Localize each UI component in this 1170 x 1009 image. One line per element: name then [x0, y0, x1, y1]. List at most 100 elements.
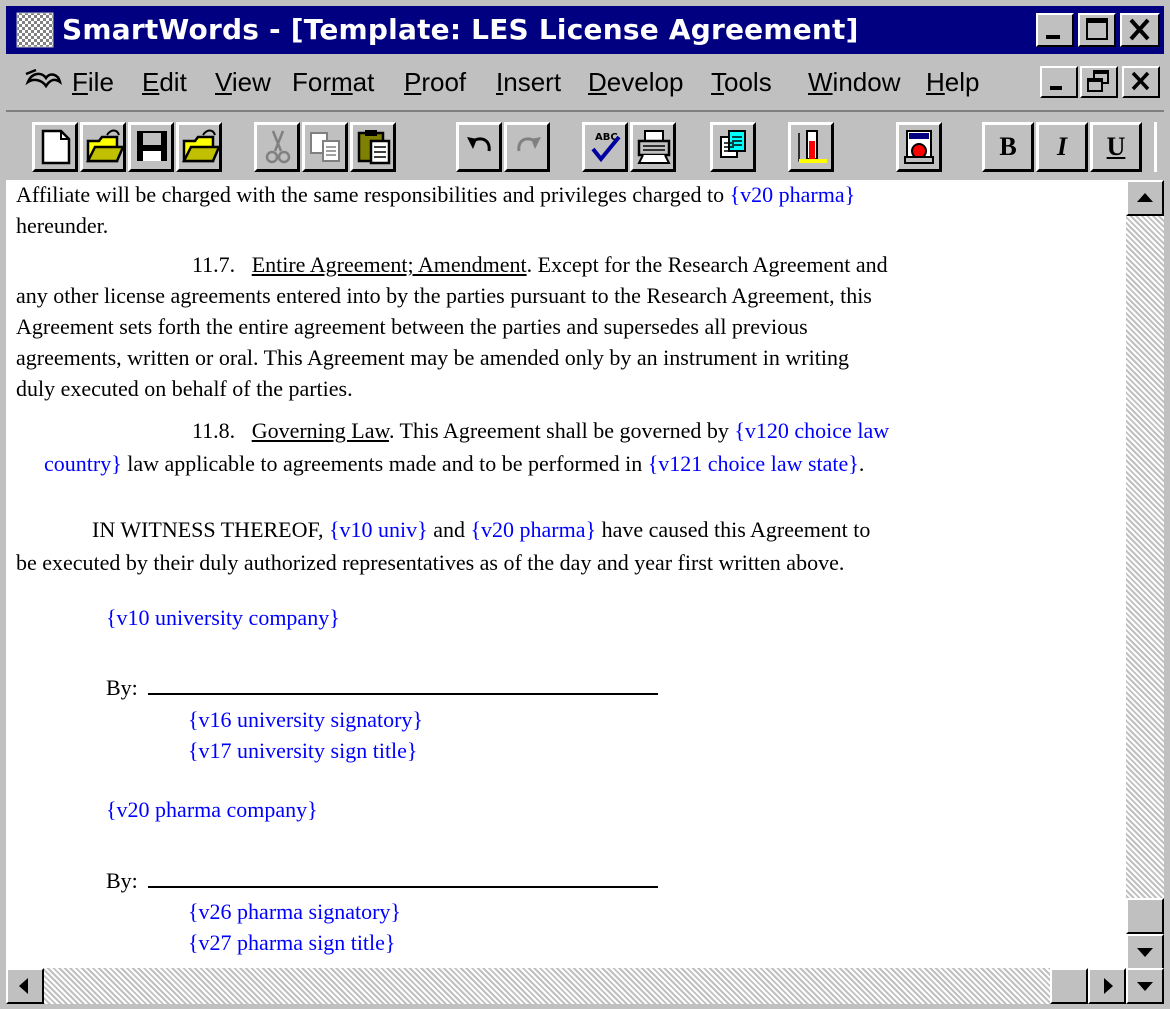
app-window: SmartWords - [Template: LES License Agre… — [0, 0, 1170, 1009]
copy-icon — [310, 132, 340, 162]
horizontal-scroll-thumb[interactable] — [1050, 968, 1088, 1004]
template-variable[interactable]: {v120 choice law — [734, 418, 889, 443]
pharma-company-variable[interactable]: {v20 pharma company} — [106, 795, 318, 825]
menu-help[interactable]: Help — [926, 65, 979, 99]
arrow-right-icon — [1104, 978, 1113, 994]
doc-line: duly executed on behalf of the parties. — [16, 376, 353, 401]
undo-button[interactable] — [456, 122, 502, 172]
pharma-title-variable[interactable]: {v27 pharma sign title} — [188, 928, 395, 958]
undo-icon — [467, 137, 491, 152]
maximize-icon — [1086, 18, 1108, 40]
italic-button[interactable]: I — [1036, 122, 1088, 172]
arrow-down-icon — [1137, 948, 1153, 957]
document-fields-button[interactable] — [710, 122, 756, 172]
menu-format[interactable]: Format — [292, 65, 374, 99]
doc-line: Affiliate will be charged with the same … — [16, 182, 856, 207]
template-variable[interactable]: {v10 univ} — [329, 517, 428, 542]
scroll-up-button[interactable] — [1126, 180, 1164, 216]
doc-line: any other license agreements entered int… — [16, 283, 872, 308]
doc-line: Agreement sets forth the entire agreemen… — [16, 314, 808, 339]
assemble-document-icon — [904, 130, 934, 164]
maximize-button[interactable] — [1078, 13, 1116, 47]
copy-button[interactable] — [302, 122, 348, 172]
pharma-signatory-variable[interactable]: {v26 pharma signatory} — [188, 897, 401, 927]
save-button[interactable] — [128, 122, 174, 172]
menu-bar: File Edit View Format Proof Insert Devel… — [6, 56, 1164, 108]
university-company-variable[interactable]: {v10 university company} — [106, 603, 340, 633]
menu-insert[interactable]: Insert — [496, 65, 561, 99]
minimize-icon — [1046, 35, 1060, 39]
assemble-button[interactable] — [896, 122, 942, 172]
university-signatory-variable[interactable]: {v16 university signatory} — [188, 705, 423, 735]
signature-line-university: By: — [106, 673, 658, 703]
template-variable[interactable]: {v121 choice law state} — [648, 451, 859, 476]
close-button[interactable] — [1120, 13, 1160, 47]
cut-button[interactable] — [254, 122, 300, 172]
signature-blank — [147, 675, 658, 695]
university-title-variable[interactable]: {v17 university sign title} — [188, 736, 418, 766]
document-fields-icon — [720, 130, 746, 158]
minimize-button[interactable] — [1036, 13, 1074, 47]
signature-line-pharma: By: — [106, 866, 658, 896]
menu-file[interactable]: File — [72, 65, 114, 99]
doc-line: agreements, written or oral. This Agreem… — [16, 345, 849, 370]
toolbar: ABC B I U — [6, 110, 1164, 178]
menu-window[interactable]: Window — [808, 65, 900, 99]
menu-tools[interactable]: Tools — [711, 65, 772, 99]
menu-develop[interactable]: Develop — [588, 65, 683, 99]
redo-icon — [517, 137, 541, 152]
spell-check-icon: ABC — [591, 132, 621, 163]
underline-button[interactable]: U — [1090, 122, 1142, 172]
app-icon[interactable] — [16, 12, 54, 48]
document-editor[interactable]: Affiliate will be charged with the same … — [6, 180, 1126, 968]
print-button[interactable] — [630, 122, 676, 172]
scissors-icon — [265, 130, 291, 164]
open-button[interactable] — [80, 122, 126, 172]
template-variable[interactable]: {v20 pharma} — [730, 182, 856, 207]
scroll-left-button[interactable] — [6, 968, 44, 1004]
close-icon — [1131, 71, 1150, 91]
new-button[interactable] — [32, 122, 78, 172]
arrow-up-icon — [1137, 193, 1153, 202]
minimize-icon — [1050, 86, 1062, 90]
witness-paragraph: IN WITNESS THEREOF, {v10 univ} and {v20 … — [92, 517, 871, 542]
floppy-disk-icon — [137, 131, 167, 161]
doc-minimize-button[interactable] — [1040, 66, 1078, 98]
scrollbar-corner — [1126, 968, 1164, 1004]
bold-button[interactable]: B — [982, 122, 1034, 172]
arrow-down-icon — [1137, 982, 1153, 991]
scroll-right-button[interactable] — [1088, 968, 1126, 1004]
restore-icon — [1087, 70, 1109, 92]
doc-restore-button[interactable] — [1080, 66, 1118, 98]
redo-button[interactable] — [504, 122, 550, 172]
arrow-left-icon — [19, 978, 28, 994]
readability-button[interactable] — [788, 122, 834, 172]
section-11-7-heading: 11.7. Entire Agreement; Amendment. Excep… — [192, 252, 888, 277]
open-folder-icon — [85, 129, 123, 163]
menu-proof[interactable]: Proof — [404, 65, 466, 99]
doc-line: be executed by their duly authorized rep… — [16, 550, 845, 575]
window-title: SmartWords - [Template: LES License Agre… — [62, 13, 859, 46]
scroll-down-button[interactable] — [1126, 968, 1164, 1004]
section-11-8-heading: 11.8. Governing Law. This Agreement shal… — [192, 418, 890, 443]
new-document-icon — [41, 129, 71, 165]
menu-edit[interactable]: Edit — [142, 65, 187, 99]
template-variable[interactable]: country} — [44, 451, 122, 476]
toolbar-overflow-edge — [1154, 122, 1164, 172]
open-template-button[interactable] — [176, 122, 222, 172]
vertical-scroll-thumb[interactable] — [1126, 898, 1164, 934]
scroll-down-button[interactable] — [1126, 934, 1164, 970]
document-control-icon[interactable] — [24, 68, 64, 94]
horizontal-scrollbar[interactable] — [6, 968, 1126, 1004]
spell-check-button[interactable]: ABC — [582, 122, 628, 172]
thermometer-icon — [798, 130, 827, 163]
title-bar[interactable]: SmartWords - [Template: LES License Agre… — [6, 6, 1164, 54]
doc-close-button[interactable] — [1122, 66, 1160, 98]
vertical-scrollbar[interactable] — [1126, 180, 1164, 970]
template-variable[interactable]: {v20 pharma} — [470, 517, 596, 542]
signature-blank — [147, 868, 658, 888]
open-folder-icon — [181, 129, 219, 163]
doc-line: country} law applicable to agreements ma… — [44, 451, 865, 476]
paste-button[interactable] — [350, 122, 396, 172]
menu-view[interactable]: View — [215, 65, 271, 99]
